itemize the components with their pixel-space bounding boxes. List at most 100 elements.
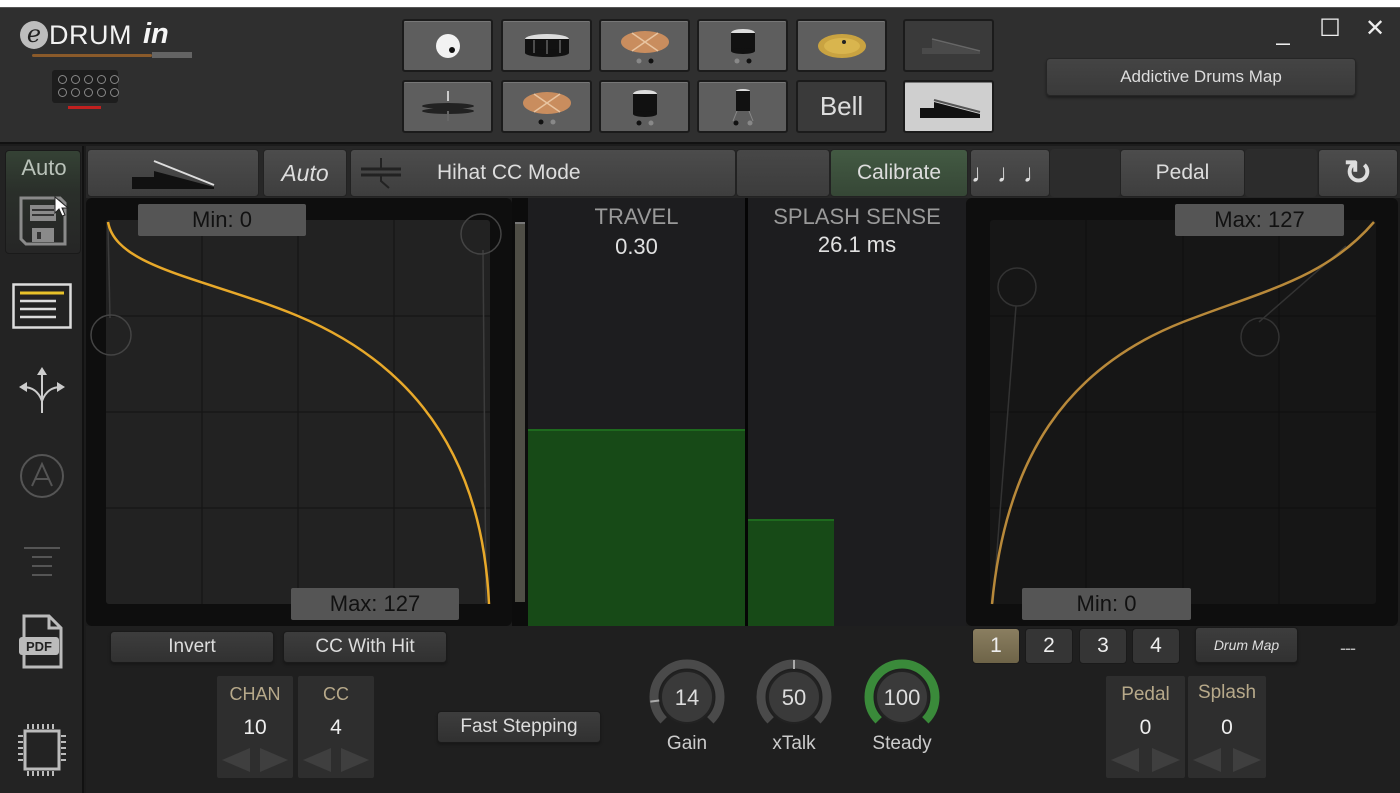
cc-stepper[interactable]: CC 4 xyxy=(298,676,374,778)
addictive-drums-map-button[interactable]: Addictive Drums Map xyxy=(1046,58,1356,96)
gain-knob[interactable]: 14 Gain xyxy=(642,655,732,765)
pedal-mode-button[interactable] xyxy=(87,149,259,197)
gain-label: Gain xyxy=(666,733,708,754)
tile-crash-2[interactable] xyxy=(501,80,592,133)
travel-bar xyxy=(528,429,745,626)
travel-value: 0.30 xyxy=(615,234,658,259)
sidebar-item-pdf[interactable]: PDF xyxy=(12,614,72,670)
hihat-pedal-icon xyxy=(132,160,215,189)
splash-bar xyxy=(748,519,834,626)
auto-button[interactable]: Auto xyxy=(263,149,347,197)
hihat-pedal-icon xyxy=(921,37,980,54)
window-top-strip xyxy=(0,0,1400,8)
sidebar-item-list[interactable] xyxy=(12,278,72,334)
music-notes-button[interactable]: ♩♩♩ xyxy=(970,149,1050,197)
cc-with-hit-button[interactable]: CC With Hit xyxy=(283,631,447,663)
tile-floor-tom[interactable] xyxy=(697,80,788,133)
chan-label: CHAN xyxy=(229,684,281,704)
tile-crash[interactable] xyxy=(599,19,690,72)
cc-label: CC xyxy=(323,684,349,704)
chip-icon xyxy=(18,724,66,776)
music-notes-icon: ♩♩♩ xyxy=(971,157,1049,188)
tile-bell-label: Bell xyxy=(819,91,864,121)
toolbar-gap xyxy=(1050,149,1120,197)
tile-tom[interactable] xyxy=(697,19,788,72)
splash-increment-arrow-icon[interactable] xyxy=(1231,746,1263,774)
left-curve-panel[interactable]: Min: 0 Max: 127 xyxy=(86,198,512,626)
steady-knob-value: 100 xyxy=(884,685,921,710)
cc-increment-arrow-icon[interactable] xyxy=(339,746,371,774)
tile-bell[interactable]: Bell xyxy=(796,80,887,133)
reset-button[interactable]: ↻ xyxy=(1318,149,1398,197)
refresh-icon: ↻ xyxy=(1343,154,1373,192)
right-max-label: Max: 127 xyxy=(1175,204,1344,236)
tile-tom-2[interactable] xyxy=(599,80,690,133)
chan-increment-arrow-icon[interactable] xyxy=(258,746,290,774)
tile-ride[interactable] xyxy=(796,19,887,72)
fast-stepping-button[interactable]: Fast Stepping xyxy=(437,711,601,743)
sidebar-item-levels[interactable] xyxy=(12,532,72,588)
steady-label: Steady xyxy=(872,733,932,754)
ride-cymbal-icon xyxy=(817,33,866,58)
sidebar-item-auto-mode[interactable] xyxy=(12,448,72,504)
right-min-label: Min: 0 xyxy=(1022,588,1191,620)
split-arrows-icon xyxy=(19,367,65,413)
page-button-3[interactable]: 3 xyxy=(1079,628,1127,664)
page-button-2[interactable]: 2 xyxy=(1025,628,1073,664)
tom-icon xyxy=(632,89,657,125)
sidebar-item-chip[interactable] xyxy=(12,722,72,778)
logo-subtext xyxy=(152,52,192,58)
pedal-stepper-value: 0 xyxy=(1139,716,1152,739)
toolbar-gap-2 xyxy=(1245,149,1317,197)
cc-value: 4 xyxy=(330,716,342,739)
page-button-1[interactable]: 1 xyxy=(972,628,1020,664)
kick-drum-icon xyxy=(435,33,460,58)
xtalk-knob[interactable]: 50 xTalk xyxy=(749,655,839,765)
chan-decrement-arrow-icon[interactable] xyxy=(220,746,252,774)
pedal-increment-arrow-icon[interactable] xyxy=(1150,746,1182,774)
pedal-stepper[interactable]: Pedal 0 xyxy=(1106,676,1185,778)
logo-underline xyxy=(32,54,152,57)
maximize-button[interactable]: ☐ xyxy=(1315,14,1345,44)
splash-stepper-value: 0 xyxy=(1221,716,1233,739)
list-icon xyxy=(12,283,72,329)
level-slider-fill[interactable] xyxy=(515,222,525,602)
splash-decrement-arrow-icon[interactable] xyxy=(1191,746,1223,774)
gain-knob-value: 14 xyxy=(675,685,699,710)
logo-e-badge: e xyxy=(20,21,48,49)
tile-pedal-off[interactable] xyxy=(903,19,994,72)
right-curve-panel[interactable]: Max: 127 Min: 0 xyxy=(966,198,1398,626)
minimize-button[interactable]: _ xyxy=(1268,18,1298,48)
crash-cymbal-icon xyxy=(522,91,571,124)
pedal-decrement-arrow-icon[interactable] xyxy=(1109,746,1141,774)
left-curve-chart[interactable] xyxy=(86,198,512,626)
sidebar-item-routing[interactable] xyxy=(12,362,72,418)
xtalk-label: xTalk xyxy=(772,733,816,754)
left-max-label: Max: 127 xyxy=(291,588,459,620)
close-button[interactable]: ✕ xyxy=(1360,14,1390,44)
pedal-button[interactable]: Pedal xyxy=(1120,149,1245,197)
right-curve-chart[interactable] xyxy=(966,198,1398,626)
tile-snare[interactable] xyxy=(501,19,592,72)
splash-title: SPLASH SENSE xyxy=(773,204,941,229)
left-min-label: Min: 0 xyxy=(138,204,306,236)
invert-button[interactable]: Invert xyxy=(110,631,274,663)
sidebar: Auto PDF xyxy=(0,146,84,793)
tile-kick[interactable] xyxy=(402,19,493,72)
chan-stepper[interactable]: CHAN 10 xyxy=(217,676,293,778)
hihat-cc-mode-button[interactable]: Hihat CC Mode xyxy=(350,149,736,197)
level-slider-track[interactable] xyxy=(512,198,528,626)
page-button-4[interactable]: 4 xyxy=(1132,628,1180,664)
splash-stepper[interactable]: Splash 0 xyxy=(1188,676,1266,778)
gain-knob-indicator xyxy=(650,699,660,703)
splash-sense-meter: SPLASH SENSE 26.1 ms xyxy=(748,198,966,626)
header: e DRUM in Bell _ ☐ ✕ Addictive Drums Map xyxy=(0,8,1400,144)
cc-decrement-arrow-icon[interactable] xyxy=(301,746,333,774)
calibrate-button[interactable]: Calibrate xyxy=(830,149,968,197)
snare-drum-icon xyxy=(524,33,569,57)
travel-title: TRAVEL xyxy=(594,204,679,229)
tile-hihat[interactable] xyxy=(402,80,493,133)
drum-map-button[interactable]: Drum Map xyxy=(1195,627,1298,663)
steady-knob[interactable]: 100 Steady xyxy=(857,655,947,765)
tile-pedal-on[interactable] xyxy=(903,80,994,133)
